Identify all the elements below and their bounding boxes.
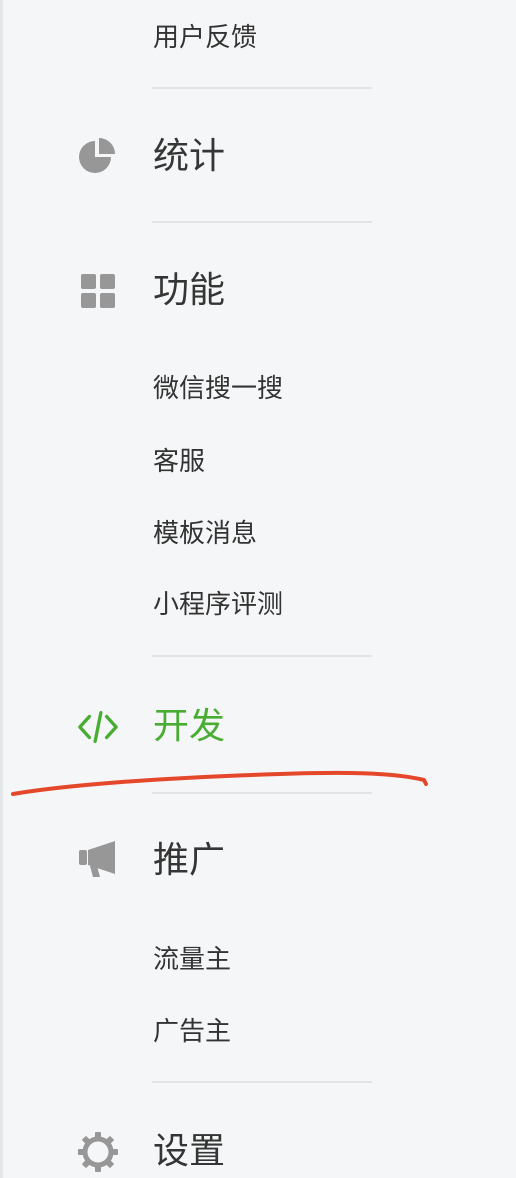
menu-item-user-feedback[interactable]: 用户反馈 xyxy=(153,20,257,56)
divider xyxy=(152,221,372,223)
menu-section-develop[interactable]: 开发 xyxy=(153,703,225,751)
menu-item-advertiser[interactable]: 广告主 xyxy=(153,1014,231,1050)
gear-icon xyxy=(77,1131,119,1173)
menu-section-features[interactable]: 功能 xyxy=(153,267,225,315)
divider xyxy=(152,87,372,89)
menu-section-settings[interactable]: 设置 xyxy=(153,1128,225,1176)
menu-section-promotion[interactable]: 推广 xyxy=(153,837,225,885)
menu-item-wechat-search[interactable]: 微信搜一搜 xyxy=(153,371,283,407)
divider xyxy=(152,792,372,794)
menu-section-stats[interactable]: 统计 xyxy=(153,133,225,181)
menu-item-traffic-owner[interactable]: 流量主 xyxy=(153,942,231,978)
code-icon xyxy=(77,706,119,748)
annotation-underline xyxy=(11,770,428,796)
sidebar-edge xyxy=(0,0,3,1178)
grid-icon xyxy=(77,270,119,312)
menu-item-miniprogram-review[interactable]: 小程序评测 xyxy=(153,587,283,623)
divider xyxy=(152,655,372,657)
menu-item-customer-service[interactable]: 客服 xyxy=(153,444,205,480)
divider xyxy=(152,1081,372,1083)
megaphone-icon xyxy=(77,838,119,880)
menu-item-template-message[interactable]: 模板消息 xyxy=(153,516,257,552)
pie-chart-icon xyxy=(77,136,119,178)
